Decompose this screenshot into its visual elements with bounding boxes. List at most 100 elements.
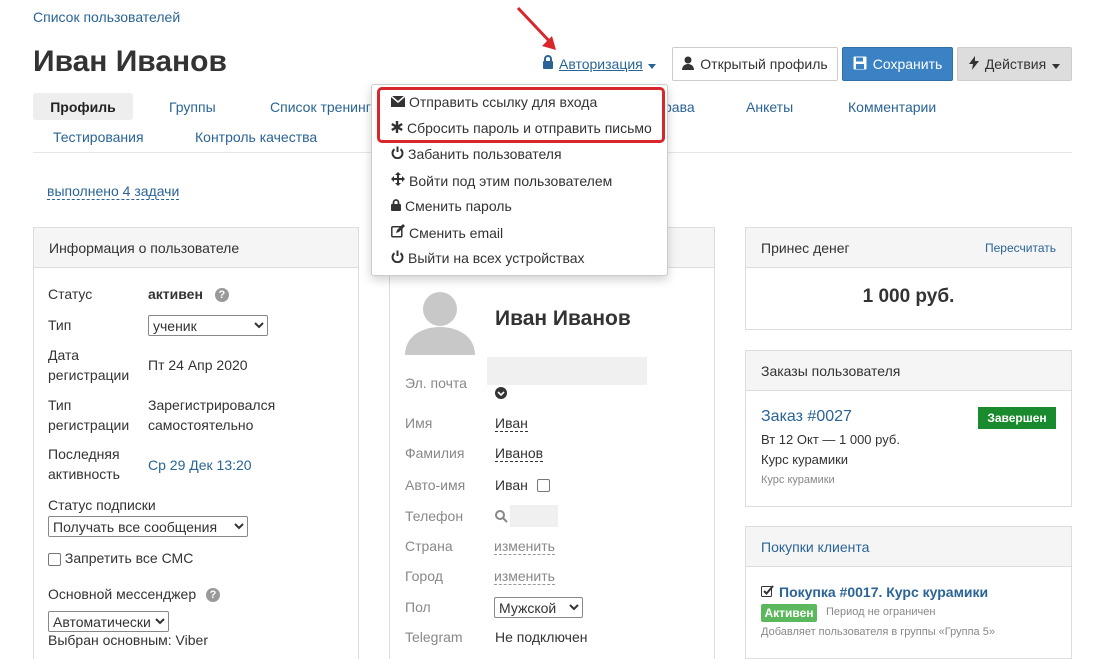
menu-item-change-password[interactable]: Сменить пароль bbox=[391, 198, 512, 214]
subscription-select[interactable]: Получать все сообщения bbox=[48, 516, 248, 537]
tab-quality-control[interactable]: Контроль качества bbox=[195, 129, 317, 145]
caret-down-icon bbox=[1052, 56, 1061, 72]
recalculate-link[interactable]: Пересчитать bbox=[985, 241, 1056, 255]
reg-type-label-2: регистрации bbox=[48, 417, 130, 433]
status-value: активен ? bbox=[148, 284, 229, 304]
open-profile-label: Открытый профиль bbox=[700, 56, 828, 72]
telegram-value: Не подключен bbox=[495, 629, 588, 645]
messenger-select[interactable]: Автоматически bbox=[48, 611, 169, 632]
user-icon bbox=[682, 56, 695, 73]
floppy-disk-icon bbox=[853, 56, 867, 73]
phone-label: Телефон bbox=[405, 508, 464, 524]
menu-item-login-as-user[interactable]: Войти под этим пользователем bbox=[391, 172, 612, 189]
email-label: Эл. почта bbox=[405, 375, 467, 391]
tab-testing[interactable]: Тестирования bbox=[53, 129, 144, 145]
search-icon[interactable] bbox=[495, 510, 508, 523]
save-label: Сохранить bbox=[872, 56, 943, 72]
ban-sms-label: Запретить все СМС bbox=[64, 550, 194, 566]
menu-label: Забанить пользователя bbox=[408, 146, 562, 162]
last-name-value[interactable]: Иванов bbox=[495, 445, 544, 462]
order-link[interactable]: Заказ #0027 bbox=[761, 408, 852, 426]
checkbox-checked-icon bbox=[761, 585, 774, 597]
reg-type-value-1: Зарегистрировался bbox=[148, 397, 276, 413]
first-name-value[interactable]: Иван bbox=[495, 415, 528, 432]
page-title: Иван Иванов bbox=[33, 45, 227, 78]
reg-type-label-1: Тип bbox=[48, 397, 72, 413]
menu-label: Сменить пароль bbox=[405, 198, 512, 214]
order-status-badge: Завершен bbox=[978, 407, 1056, 429]
actions-dropdown-button[interactable]: Действия bbox=[957, 47, 1072, 81]
help-icon[interactable]: ? bbox=[206, 588, 220, 603]
auth-dropdown-toggle[interactable]: Авторизация bbox=[542, 55, 656, 72]
orders-title: Заказы пользователя bbox=[746, 351, 1071, 391]
reg-date-value: Пт 24 Апр 2020 bbox=[148, 357, 248, 373]
save-button[interactable]: Сохранить bbox=[842, 47, 953, 81]
purchase-status-badge: Активен bbox=[761, 604, 817, 622]
menu-item-ban-user[interactable]: Забанить пользователя bbox=[391, 146, 562, 162]
purchase-groups: Добавляет пользователя в группы «Группа … bbox=[761, 626, 995, 638]
status-label: Статус bbox=[48, 286, 93, 302]
money-title: Принес денег bbox=[761, 239, 850, 256]
tasks-completed-link[interactable]: выполнено 4 задачи bbox=[47, 183, 180, 200]
auto-name-label: Авто-имя bbox=[405, 477, 466, 493]
menu-label: Выйти на всех устройствах bbox=[408, 250, 585, 266]
city-edit-link[interactable]: изменить bbox=[494, 568, 555, 585]
tab-surveys[interactable]: Анкеты bbox=[746, 99, 793, 115]
open-profile-button[interactable]: Открытый профиль bbox=[672, 47, 838, 81]
ban-sms-row[interactable]: Запретить все СМС bbox=[48, 548, 193, 568]
last-activity-label-1: Последняя bbox=[48, 446, 120, 462]
subscription-label: Статус подписки bbox=[48, 497, 156, 513]
country-edit-link[interactable]: изменить bbox=[494, 538, 555, 555]
ban-sms-checkbox[interactable] bbox=[48, 552, 61, 566]
caret-down-icon bbox=[647, 56, 656, 72]
reg-type-value-2: самостоятельно bbox=[148, 417, 254, 433]
money-panel-head: Принес денег Пересчитать bbox=[746, 228, 1071, 268]
menu-item-logout-all-devices[interactable]: Выйти на всех устройствах bbox=[391, 250, 585, 266]
tab-comments[interactable]: Комментарии bbox=[848, 99, 936, 115]
tab-trainings[interactable]: Список тренинг bbox=[270, 99, 371, 115]
last-activity-label-2: активность bbox=[48, 466, 120, 482]
country-label: Страна bbox=[405, 538, 453, 554]
highlight-annotation bbox=[377, 87, 665, 143]
auth-label: Авторизация bbox=[559, 55, 643, 72]
messenger-label: Основной мессенджер bbox=[48, 586, 197, 602]
last-activity-link[interactable]: Ср 29 Дек 13:20 bbox=[148, 455, 252, 475]
menu-label: Сменить email bbox=[409, 224, 504, 241]
profile-name: Иван Иванов bbox=[495, 307, 631, 330]
lock-icon bbox=[542, 55, 554, 72]
menu-item-change-email[interactable]: Сменить email bbox=[391, 224, 503, 241]
telegram-label: Telegram bbox=[405, 629, 463, 645]
power-icon bbox=[391, 250, 404, 266]
breadcrumb-users-list[interactable]: Список пользователей bbox=[33, 9, 180, 25]
messenger-row: Основной мессенджер ? bbox=[48, 584, 220, 604]
purchases-title: Покупки клиента bbox=[746, 527, 1071, 567]
lightning-icon bbox=[968, 55, 979, 73]
status-text: активен bbox=[148, 286, 203, 302]
phone-blurred bbox=[510, 505, 558, 527]
tab-profile[interactable]: Профиль bbox=[33, 93, 133, 120]
messenger-chosen: Выбран основным: Viber bbox=[48, 632, 208, 648]
avatar-placeholder-icon bbox=[405, 285, 475, 355]
gender-label: Пол bbox=[405, 599, 431, 615]
user-info-title: Информация о пользователе bbox=[34, 228, 358, 268]
purchase-period: Период не ограничен bbox=[826, 606, 936, 618]
auto-name-checkbox[interactable] bbox=[537, 479, 550, 492]
money-amount: 1 000 руб. bbox=[862, 286, 955, 307]
power-icon bbox=[391, 146, 404, 162]
red-arrow-annotation bbox=[516, 6, 556, 50]
reg-date-label-2: регистрации bbox=[48, 367, 130, 383]
gender-select[interactable]: Мужской bbox=[494, 597, 583, 618]
type-label: Тип bbox=[48, 317, 72, 333]
city-label: Город bbox=[405, 568, 443, 584]
type-select[interactable]: ученик bbox=[148, 315, 268, 336]
purchase-link[interactable]: Покупка #0017. Курс курамики bbox=[779, 584, 988, 600]
email-blurred bbox=[487, 357, 647, 385]
tab-rights[interactable]: рава bbox=[664, 99, 695, 115]
actions-label: Действия bbox=[984, 56, 1047, 72]
reg-date-label-1: Дата bbox=[48, 347, 80, 363]
help-icon[interactable]: ? bbox=[214, 288, 229, 303]
chevron-down-circle-icon[interactable] bbox=[495, 387, 507, 399]
tab-groups[interactable]: Группы bbox=[169, 99, 216, 115]
move-arrows-icon bbox=[391, 172, 405, 189]
order-product: Курс курамики bbox=[761, 452, 849, 467]
